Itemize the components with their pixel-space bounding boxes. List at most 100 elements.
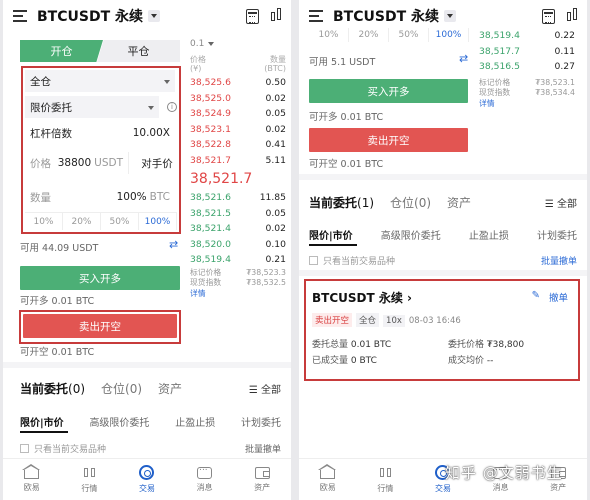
pct-50[interactable]: 50% (389, 28, 429, 42)
bottom-nav: 欧易 行情 交易 消息 资产 (3, 458, 291, 500)
nav-messages[interactable]: 消息 (176, 459, 234, 500)
subtab-limit-market[interactable]: 限价|市价 (20, 414, 64, 429)
transfer-icon[interactable]: ⇄ (169, 238, 178, 251)
subtab-tp-sl[interactable]: 止盈止损 (175, 414, 215, 429)
subtab-tp-sl[interactable]: 止盈止损 (469, 227, 509, 242)
nav-home[interactable]: 欧易 (299, 459, 357, 500)
subtab-advanced-limit[interactable]: 高级限价委托 (381, 227, 441, 242)
info-icon[interactable]: i (167, 102, 177, 112)
order-symbol[interactable]: BTCUSDT 永续 › (312, 289, 412, 306)
book-row[interactable]: 38,523.1 0.02 (190, 122, 286, 138)
pct-10[interactable]: 10% (25, 213, 63, 230)
order-sub-tabs: 限价|市价 高级限价委托 止盈止损 计划委托 (20, 412, 281, 430)
menu-icon[interactable] (309, 10, 323, 22)
order-book: 38,519.4 0.22 38,517.7 0.11 38,516.5 0.27 标记价… (479, 28, 575, 109)
pct-20[interactable]: 20% (63, 213, 101, 230)
buy-long-button[interactable]: 买入开多 (20, 266, 180, 290)
tab-current-orders[interactable]: 当前委托(0) (20, 380, 85, 397)
subtab-limit-market[interactable]: 限价|市价 (309, 227, 353, 242)
book-footer: 标记价格 ₮38,523.3 现货指数 ₮38,532.5 详情 (190, 268, 286, 300)
margin-mode-select[interactable]: 全仓 (25, 70, 175, 92)
tick-size-select[interactable]: 0.1 (190, 38, 286, 49)
book-row[interactable]: 38,519.4 0.22 (479, 28, 575, 44)
book-row[interactable]: 38,525.6 0.50 (190, 75, 286, 91)
nav-assets[interactable]: 资产 (233, 459, 291, 500)
spot-index-label: 现货指数 (190, 278, 222, 287)
quantity-input[interactable]: 数量 100% BTC (25, 186, 175, 208)
percent-selector: 10% 20% 50% 100% (25, 212, 177, 230)
page-title[interactable]: BTCUSDT 永续 (333, 6, 439, 26)
mark-price-label: 标记价格 (479, 77, 511, 87)
book-row[interactable]: 38,517.7 0.11 (479, 44, 575, 60)
order-card[interactable]: BTCUSDT 永续 › ✎ 撤单 卖出开空 全仓 10x 08-03 16:46 委… (304, 279, 580, 381)
tab-open[interactable]: 开仓 (20, 40, 103, 62)
book-row[interactable]: 38,521.6 11.85 (190, 190, 286, 206)
edit-icon[interactable]: ✎ (532, 290, 540, 301)
book-qty: 0.41 (265, 139, 286, 151)
book-price: 38,521.6 (190, 192, 231, 204)
sell-short-button[interactable]: 卖出开空 (23, 314, 177, 338)
pct-20[interactable]: 20% (349, 28, 389, 42)
book-row[interactable]: 38,520.0 0.10 (190, 237, 286, 253)
counter-price-button[interactable]: 对手价 (135, 152, 179, 174)
book-row[interactable]: 38,521.5 0.05 (190, 206, 286, 222)
cancel-all-button[interactable]: 批量撤单 (245, 442, 281, 455)
nav-market[interactable]: 行情 (61, 459, 119, 500)
tab-assets[interactable]: 资产 (447, 194, 471, 211)
trade-icon (139, 465, 155, 480)
transfer-icon[interactable]: ⇄ (459, 52, 468, 65)
cancel-all-button[interactable]: 批量撤单 (541, 254, 577, 267)
leverage-field[interactable]: 杠杆倍数 10.00X (25, 122, 175, 144)
book-qty: 0.22 (554, 30, 575, 42)
home-icon (318, 464, 337, 479)
checkbox[interactable] (309, 256, 318, 265)
book-row[interactable]: 38,519.4 0.21 (190, 252, 286, 268)
details-link[interactable]: 详情 (479, 99, 495, 110)
subtab-plan[interactable]: 计划委托 (537, 227, 577, 242)
subtab-plan[interactable]: 计划委托 (241, 414, 281, 429)
checkbox[interactable] (20, 444, 29, 453)
book-row[interactable]: 38,516.5 0.27 (479, 59, 575, 75)
tab-assets[interactable]: 资产 (158, 380, 182, 397)
nav-market[interactable]: 行情 (357, 459, 415, 500)
pct-100[interactable]: 100% (139, 213, 177, 230)
orders-tabs: 当前委托(1) 仓位(0) 资产 ☰ 全部 (309, 192, 577, 212)
tab-positions[interactable]: 仓位(0) (390, 194, 431, 211)
calculator-icon[interactable] (542, 8, 555, 24)
page-title[interactable]: BTCUSDT 永续 (37, 6, 143, 26)
order-price: 委托价格 ₮38,800 (448, 340, 525, 350)
all-filter-button[interactable]: ☰ 全部 (545, 195, 577, 210)
price-input[interactable]: 价格 38800 USDT (25, 152, 129, 174)
calculator-icon[interactable] (246, 8, 259, 24)
book-row[interactable]: 38,524.9 0.05 (190, 106, 286, 122)
sell-short-button[interactable]: 卖出开空 (309, 128, 468, 152)
details-link[interactable]: 详情 (190, 289, 206, 300)
order-type-select[interactable]: 限价委托 (25, 96, 159, 118)
book-price: 38,519.4 (479, 30, 520, 42)
candlestick-icon[interactable] (567, 8, 577, 24)
buy-long-button[interactable]: 买入开多 (309, 79, 468, 103)
book-row[interactable]: 38,521.4 0.02 (190, 221, 286, 237)
all-filter-button[interactable]: ☰ 全部 (249, 381, 281, 396)
tab-close[interactable]: 平仓 (97, 40, 180, 62)
chevron-down-icon[interactable] (148, 10, 160, 22)
pct-50[interactable]: 50% (101, 213, 139, 230)
menu-icon[interactable] (13, 10, 27, 22)
pct-10[interactable]: 10% (309, 28, 349, 42)
nav-market-label: 行情 (81, 483, 98, 493)
cancel-order-button[interactable]: 撤单 (549, 290, 568, 304)
tab-current-orders[interactable]: 当前委托(1) (309, 194, 374, 211)
chevron-down-icon[interactable] (444, 10, 456, 22)
pct-100[interactable]: 100% (429, 28, 469, 42)
book-row[interactable]: 38,522.8 0.41 (190, 137, 286, 153)
available-balance: 可用 5.1 USDT (309, 57, 376, 68)
book-row[interactable]: 38,525.0 0.02 (190, 91, 286, 107)
book-qty: 5.11 (265, 154, 286, 166)
subtab-advanced-limit[interactable]: 高级限价委托 (89, 414, 149, 429)
book-row[interactable]: 38,521.7 5.11 (190, 153, 286, 169)
candlestick-icon[interactable] (271, 8, 281, 24)
nav-home[interactable]: 欧易 (3, 459, 61, 500)
tab-positions[interactable]: 仓位(0) (101, 380, 142, 397)
nav-trade[interactable]: 交易 (118, 459, 176, 500)
mark-price-label: 标记价格 (190, 267, 222, 277)
